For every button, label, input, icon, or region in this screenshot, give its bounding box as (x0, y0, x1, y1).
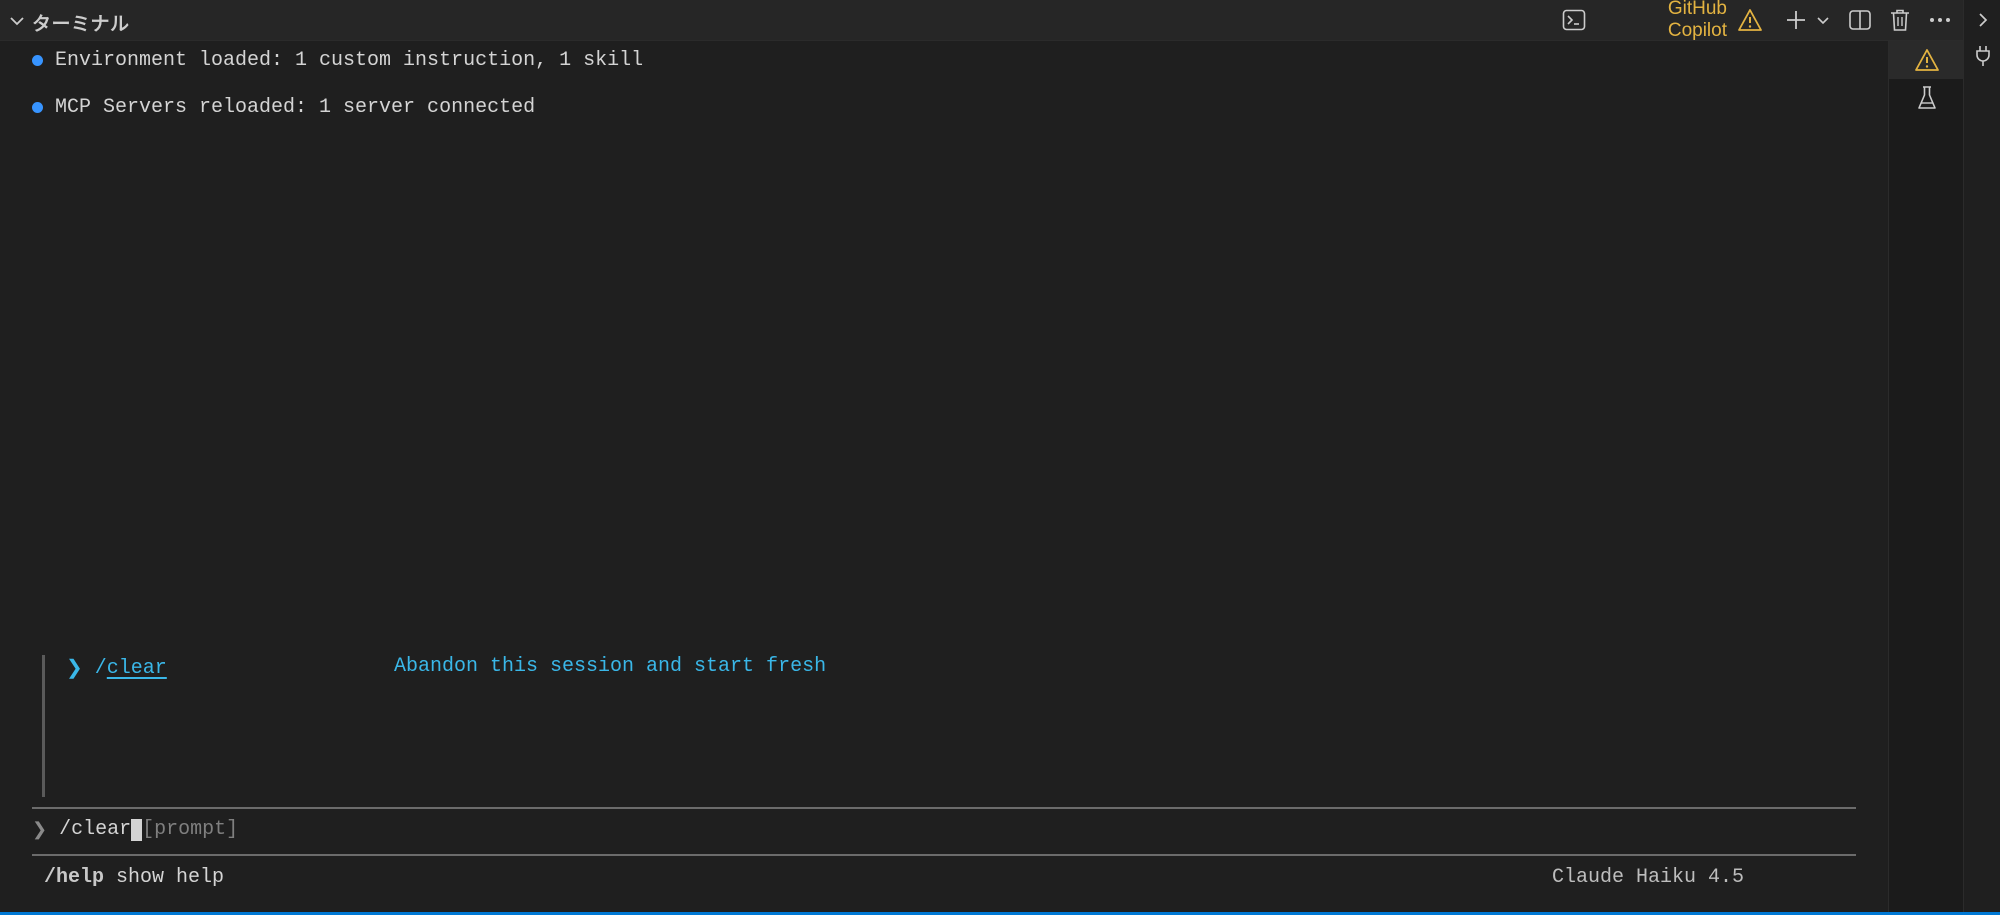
collapse-chevron-icon[interactable] (8, 12, 26, 30)
terminal-tab-warning[interactable] (1889, 41, 1964, 79)
warning-icon (1914, 49, 1939, 71)
trash-icon[interactable] (1886, 6, 1914, 34)
terminal-tabs-rail (1888, 41, 1964, 912)
model-label[interactable]: Claude Haiku 4.5 (1552, 866, 1744, 889)
prompt-input-line[interactable]: ❯ /clear [prompt] (32, 818, 238, 841)
warning-icon[interactable] (1736, 6, 1764, 34)
chevron-down-icon[interactable] (1814, 6, 1832, 34)
completion-slash: / (94, 656, 107, 680)
plus-icon[interactable] (1782, 6, 1810, 34)
secondary-sidebar-strip (1963, 0, 2000, 912)
terminal-message: Environment loaded: 1 custom instruction… (32, 49, 643, 72)
completion-command: clear (106, 656, 167, 680)
panel-header: ターミナル GitHub Copilot (0, 0, 2000, 41)
terminal-message: MCP Servers reloaded: 1 server connected (32, 96, 535, 119)
status-dot-icon (32, 102, 43, 113)
more-icon[interactable] (1926, 6, 1954, 34)
completion-description: Abandon this session and start fresh (394, 655, 827, 678)
status-dot-icon (32, 55, 43, 66)
terminal-tab-flask[interactable] (1889, 79, 1964, 117)
prompt-input[interactable]: /clear (59, 818, 131, 841)
completion-item-clear[interactable]: ❯ / clear Abandon this session and start … (66, 655, 826, 681)
terminal-profile-label[interactable]: GitHub Copilot (1668, 0, 1727, 41)
prompt-hint: [prompt] (142, 818, 239, 841)
help-command: /help (44, 866, 105, 889)
help-text: show help (104, 866, 225, 889)
divider (32, 807, 1856, 809)
text-cursor (131, 818, 143, 841)
flask-icon (1917, 86, 1936, 109)
completion-arrow-icon: ❯ (66, 658, 83, 681)
terminal-icon[interactable] (1560, 6, 1588, 34)
split-icon[interactable] (1846, 6, 1874, 34)
help-hint: /help show help (44, 866, 224, 889)
completion-border (42, 655, 45, 797)
message-text: Environment loaded: 1 custom instruction… (55, 49, 644, 72)
plug-icon[interactable] (1964, 38, 2000, 74)
terminal-output[interactable]: Environment loaded: 1 custom instruction… (0, 41, 1888, 912)
message-text: MCP Servers reloaded: 1 server connected (55, 96, 536, 119)
prompt-arrow-icon: ❯ (32, 820, 48, 841)
panel-title: ターミナル (32, 14, 130, 35)
divider (32, 854, 1856, 856)
chevron-right-icon[interactable] (1964, 2, 2000, 38)
